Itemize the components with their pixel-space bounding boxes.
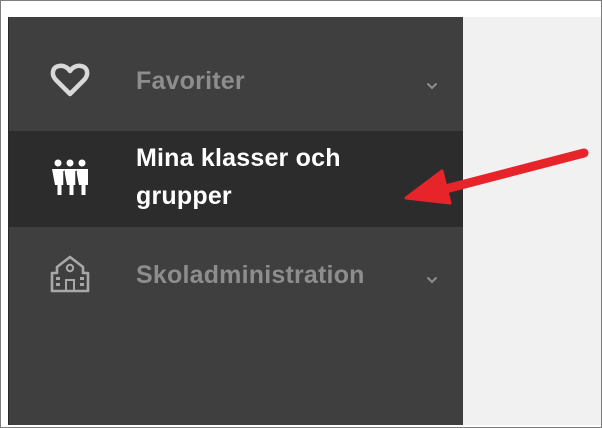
red-arrow-icon <box>404 148 589 205</box>
sidebar: Favoriter Mina klasser och grupper Skola… <box>8 17 463 425</box>
chevron-down-icon[interactable] <box>425 273 439 287</box>
sidebar-item-label-line1: Mina klasser och <box>136 144 341 172</box>
sidebar-item-favoriter[interactable]: Favoriter <box>9 45 463 119</box>
chevron-down-icon[interactable] <box>425 79 439 93</box>
screenshot-frame: Favoriter Mina klasser och grupper Skola… <box>0 0 602 428</box>
sidebar-item-label-line2: grupper <box>136 182 232 210</box>
school-building-icon <box>50 255 90 293</box>
app-window: Favoriter Mina klasser och grupper Skola… <box>8 17 601 425</box>
group-people-icon <box>52 159 88 195</box>
sidebar-item-label: Skoladministration <box>136 261 365 289</box>
main-content-area <box>463 17 601 425</box>
sidebar-item-label: Favoriter <box>136 67 245 95</box>
sidebar-item-skoladministration[interactable]: Skoladministration <box>9 239 463 313</box>
sidebar-item-mina-klasser-och-grupper[interactable]: Mina klasser och grupper <box>9 131 463 227</box>
heart-icon <box>50 63 90 97</box>
